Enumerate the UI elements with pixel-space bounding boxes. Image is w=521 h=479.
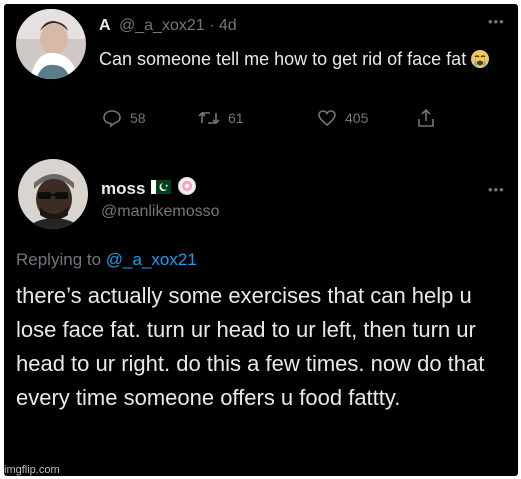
retweet-icon <box>198 111 220 125</box>
replying-to-line: Replying to @_a_xox21 <box>16 250 197 270</box>
tweet1-handle[interactable]: @_a_xox21 <box>119 17 205 34</box>
reply-icon <box>103 110 121 128</box>
reply-button[interactable]: 58 <box>102 108 146 128</box>
heart-icon <box>318 110 336 127</box>
reply-count: 58 <box>130 110 146 126</box>
tweet1-more-icon[interactable]: ••• <box>488 14 505 29</box>
replying-mention-link[interactable]: @_a_xox21 <box>106 250 197 269</box>
crying-face-emoji-icon <box>470 49 490 69</box>
retweet-count: 61 <box>228 110 244 126</box>
share-button[interactable] <box>416 108 436 128</box>
share-icon <box>418 108 434 127</box>
tweet1-header: A @_a_xox21 · 4d <box>99 17 237 35</box>
tweet2-display-name[interactable]: moss <box>101 179 145 199</box>
like-count: 405 <box>345 110 369 126</box>
tweet1-age[interactable]: 4d <box>219 17 237 34</box>
replying-prefix: Replying to <box>16 250 102 269</box>
tweet1-separator: · <box>209 17 215 34</box>
pakistan-flag-icon <box>151 179 172 199</box>
tweet2-more-icon[interactable]: ••• <box>488 182 505 197</box>
tweet1-text: Can someone tell me how to get rid of fa… <box>99 46 509 73</box>
watermark: imgflip.com <box>4 464 60 476</box>
like-button[interactable]: 405 <box>317 108 368 128</box>
tweet2-name-row: moss <box>101 176 197 201</box>
tweet2-handle[interactable]: @manlikemosso <box>101 203 220 221</box>
tweet1-avatar[interactable] <box>16 9 86 79</box>
tweet2-avatar[interactable] <box>18 159 88 229</box>
tweet2-text: there’s actually some exercises that can… <box>16 283 485 410</box>
cookie-badge-icon <box>177 176 197 201</box>
tweet1-text-content: Can someone tell me how to get rid of fa… <box>99 49 467 69</box>
tweet1-action-bar: 58 61 405 <box>4 108 518 132</box>
tweet1-display-name[interactable]: A <box>99 17 111 34</box>
retweet-button[interactable]: 61 <box>198 108 244 128</box>
screenshot-frame: A @_a_xox21 · 4d ••• Can someone tell me… <box>4 4 518 476</box>
